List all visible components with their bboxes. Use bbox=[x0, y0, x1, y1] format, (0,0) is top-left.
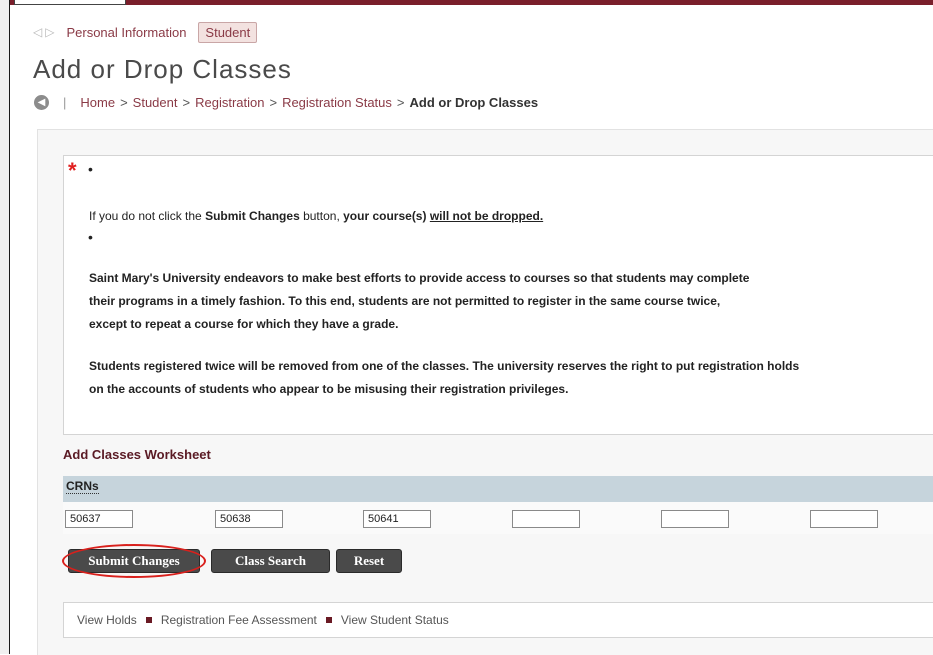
drop-warning-button-name: Submit Changes bbox=[205, 209, 300, 223]
top-tabs: ◁ ▷ Personal Information Student bbox=[33, 20, 258, 44]
breadcrumb-separator: > bbox=[182, 95, 191, 110]
class-search-button[interactable]: Class Search bbox=[211, 549, 330, 573]
link-separator-icon bbox=[145, 617, 152, 623]
submit-changes-button[interactable]: Submit Changes bbox=[68, 549, 200, 573]
bullet-icon: • bbox=[88, 229, 93, 245]
tab-scroll-left-icon[interactable]: ◁ bbox=[33, 26, 42, 38]
breadcrumb: ◀ | Home > Student > Registration > Regi… bbox=[34, 95, 538, 110]
crn-input-6[interactable] bbox=[810, 510, 878, 528]
browser-tab-edge bbox=[14, 0, 126, 5]
crn-input-2[interactable] bbox=[215, 510, 283, 528]
crn-input-3[interactable] bbox=[363, 510, 431, 528]
view-holds-link[interactable]: View Holds bbox=[77, 613, 137, 627]
reset-button[interactable]: Reset bbox=[336, 549, 402, 573]
drop-warning-bold: your course(s) bbox=[343, 209, 430, 223]
breadcrumb-current: Add or Drop Classes bbox=[409, 95, 539, 110]
window-frame-left bbox=[0, 0, 10, 654]
breadcrumb-student[interactable]: Student bbox=[133, 95, 178, 110]
link-separator-icon bbox=[325, 617, 332, 623]
top-accent-bar bbox=[10, 0, 933, 5]
breadcrumb-registration[interactable]: Registration bbox=[195, 95, 264, 110]
view-student-status-link[interactable]: View Student Status bbox=[341, 613, 449, 627]
breadcrumb-divider: | bbox=[63, 95, 67, 110]
crn-header-bar: CRNs bbox=[63, 476, 933, 502]
policy-line-3: except to repeat a course for which they… bbox=[89, 317, 399, 331]
policy-line-2: their programs in a timely fashion. To t… bbox=[89, 294, 721, 308]
footer-links: View Holds Registration Fee Assessment V… bbox=[63, 602, 933, 638]
breadcrumb-registration-status[interactable]: Registration Status bbox=[282, 95, 392, 110]
crn-column-label: CRNs bbox=[66, 479, 99, 494]
worksheet-heading: Add Classes Worksheet bbox=[63, 447, 211, 462]
required-asterisk-icon: * bbox=[68, 158, 77, 183]
policy-line-1: Saint Mary's University endeavors to mak… bbox=[89, 271, 750, 285]
tab-scroll-arrows[interactable]: ◁ ▷ bbox=[33, 26, 54, 38]
back-arrow-icon[interactable]: ◀ bbox=[34, 95, 49, 110]
drop-warning-prefix: If you do not click the bbox=[89, 209, 206, 223]
drop-warning-mid: button, bbox=[299, 209, 344, 223]
breadcrumb-separator: > bbox=[269, 95, 278, 110]
policy-line-4: Students registered twice will be remove… bbox=[89, 359, 800, 373]
policy-line-5: on the accounts of students who appear t… bbox=[89, 382, 569, 396]
crn-input-row bbox=[63, 502, 933, 534]
breadcrumb-home[interactable]: Home bbox=[80, 95, 115, 110]
drop-warning-line: If you do not click the Submit Changes b… bbox=[89, 209, 543, 223]
breadcrumb-separator: > bbox=[120, 95, 128, 110]
registration-fee-assessment-link[interactable]: Registration Fee Assessment bbox=[161, 613, 317, 627]
bullet-icon: • bbox=[88, 161, 93, 177]
tab-personal-information[interactable]: Personal Information bbox=[66, 25, 186, 40]
crn-input-1[interactable] bbox=[65, 510, 133, 528]
breadcrumb-separator: > bbox=[396, 95, 405, 110]
crn-input-4[interactable] bbox=[512, 510, 580, 528]
page-title: Add or Drop Classes bbox=[33, 54, 292, 84]
tab-scroll-right-icon[interactable]: ▷ bbox=[45, 26, 54, 38]
tab-student[interactable]: Student bbox=[198, 21, 258, 43]
notice-box: * • If you do not click the Submit Chang… bbox=[63, 155, 933, 435]
drop-warning-underlined: will not be dropped. bbox=[429, 209, 544, 223]
crn-input-5[interactable] bbox=[661, 510, 729, 528]
